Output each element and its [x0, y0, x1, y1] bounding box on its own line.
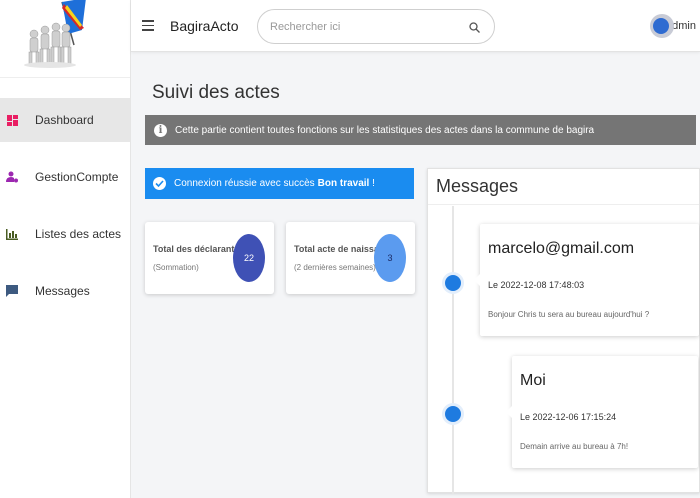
avatar	[650, 14, 675, 38]
page-title: Suivi des actes	[152, 82, 280, 103]
success-end-text: !	[369, 178, 375, 189]
stat-title: Total des déclarants	[153, 244, 240, 254]
message-card[interactable]: marcelo@gmail.com Le 2022-12-08 17:48:03…	[474, 224, 699, 336]
message-date: Le 2022-12-08 17:48:03	[488, 280, 585, 290]
stat-card-naissance[interactable]: Total acte de naissance (2 dernières sem…	[286, 222, 415, 294]
sidebar: Dashboard GestionCompte Listes des actes…	[0, 0, 131, 498]
message-icon	[6, 285, 18, 297]
sidebar-item-label: Listes des actes	[35, 227, 122, 241]
message-sender: marcelo@gmail.com	[488, 240, 635, 257]
account-manage-icon	[6, 171, 18, 183]
logo-image	[24, 0, 86, 68]
timeline-dot	[445, 406, 461, 422]
success-text: Connexion réussie avec succès	[174, 178, 315, 189]
dashboard-icon	[6, 114, 18, 126]
search-box[interactable]	[257, 9, 495, 44]
success-alert: Connexion réussie avec succès Bon travai…	[145, 168, 414, 199]
brand-name[interactable]: BagiraActo	[170, 18, 238, 34]
app-logo[interactable]	[0, 0, 130, 78]
timeline-dot	[445, 275, 461, 291]
sidebar-item-label: Dashboard	[35, 113, 94, 127]
sidebar-item-messages[interactable]: Messages	[0, 269, 130, 313]
messages-title: Messages	[428, 169, 699, 205]
success-bold-text: Bon travail	[317, 178, 370, 189]
user-menu[interactable]: admin	[650, 14, 696, 38]
stat-subtitle: (2 dernières semaines)	[294, 263, 376, 272]
info-text: Cette partie contient toutes fonctions s…	[175, 124, 595, 136]
menu-icon[interactable]	[142, 20, 154, 31]
stat-card-declarants[interactable]: Total des déclarants (Sommation) 22	[145, 222, 274, 294]
info-banner: i Cette partie contient toutes fonctions…	[145, 115, 696, 145]
messages-panel: Messages marcelo@gmail.com Le 2022-12-08…	[427, 168, 700, 494]
message-sender: Moi	[520, 372, 546, 389]
sidebar-item-gestioncompte[interactable]: GestionCompte	[0, 155, 130, 199]
check-circle-icon	[153, 177, 166, 190]
bar-chart-icon	[6, 228, 18, 240]
sidebar-item-listes-des-actes[interactable]: Listes des actes	[0, 212, 130, 256]
search-input[interactable]	[270, 20, 460, 33]
info-icon: i	[154, 123, 167, 137]
timeline-line	[452, 206, 454, 494]
sidebar-item-dashboard[interactable]: Dashboard	[0, 98, 130, 142]
search-icon[interactable]	[469, 20, 480, 38]
sidebar-nav: Dashboard GestionCompte Listes des actes…	[0, 98, 130, 313]
stat-value: 3	[374, 234, 406, 282]
stat-value: 22	[233, 234, 265, 282]
message-card[interactable]: Moi Le 2022-12-06 17:15:24 Demain arrive…	[506, 356, 698, 468]
message-date: Le 2022-12-06 17:15:24	[520, 412, 617, 422]
sidebar-item-label: Messages	[35, 284, 90, 298]
top-header: BagiraActo admin	[131, 0, 700, 52]
message-text: Demain arrive au bureau à 7h!	[520, 442, 629, 451]
stat-subtitle: (Sommation)	[153, 263, 199, 272]
sidebar-item-label: GestionCompte	[35, 170, 119, 184]
message-text: Bonjour Chris tu sera au bureau aujourd'…	[488, 310, 650, 319]
